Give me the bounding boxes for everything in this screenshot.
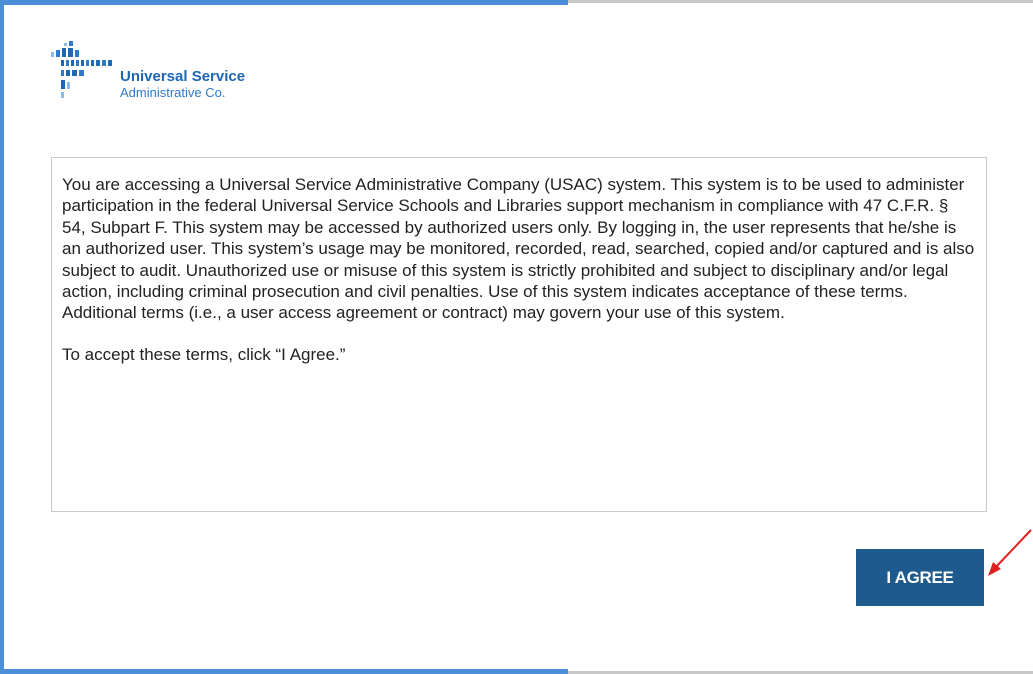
- terms-text-box: You are accessing a Universal Service Ad…: [51, 157, 987, 512]
- frame-border-bottom-accent: [0, 669, 568, 674]
- usac-logo: Universal Service Administrative Co.: [50, 38, 310, 128]
- frame-border-left-accent: [0, 0, 4, 674]
- logo-title: Universal Service: [120, 68, 246, 85]
- terms-paragraph: You are accessing a Universal Service Ad…: [62, 175, 975, 323]
- logo-subtitle: Administrative Co.: [120, 85, 226, 100]
- frame-border-top-accent: [0, 0, 568, 5]
- login-terms-dialog: Universal Service Administrative Co. You…: [0, 0, 1033, 674]
- accept-instruction: To accept these terms, click “I Agree.”: [62, 344, 346, 364]
- red-arrow-icon: [988, 529, 1032, 576]
- frame-border-top: [568, 0, 1033, 3]
- usac-logo-icon: [51, 41, 112, 98]
- i-agree-button[interactable]: I AGREE: [856, 549, 984, 606]
